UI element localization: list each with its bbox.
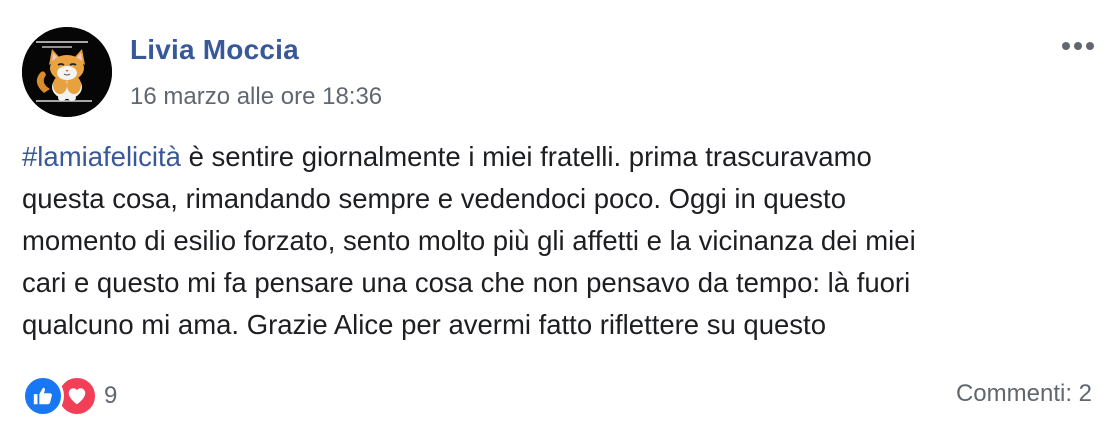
reaction-count: 9 [104, 382, 118, 409]
reactions-summary[interactable]: 9 [22, 375, 118, 417]
more-options-icon [1062, 42, 1070, 50]
avatar-cat-image [22, 27, 112, 117]
more-options-icon-dot [1086, 42, 1094, 50]
more-options-button[interactable] [1056, 28, 1100, 64]
like-icon [22, 375, 64, 417]
post-timestamp[interactable]: 16 marzo alle ore 18:36 [130, 83, 382, 111]
post-body: #lamiafelicità è sentire giornalmente i … [22, 136, 1082, 346]
more-options-icon-dot [1074, 42, 1082, 50]
profile-avatar[interactable] [22, 27, 112, 117]
comments-count-link[interactable]: Commenti: 2 [956, 380, 1092, 408]
hashtag-link[interactable]: #lamiafelicità [22, 141, 181, 172]
author-name[interactable]: Livia Moccia [130, 34, 299, 66]
post-card: Livia Moccia 16 marzo alle ore 18:36 #la… [0, 0, 1116, 440]
